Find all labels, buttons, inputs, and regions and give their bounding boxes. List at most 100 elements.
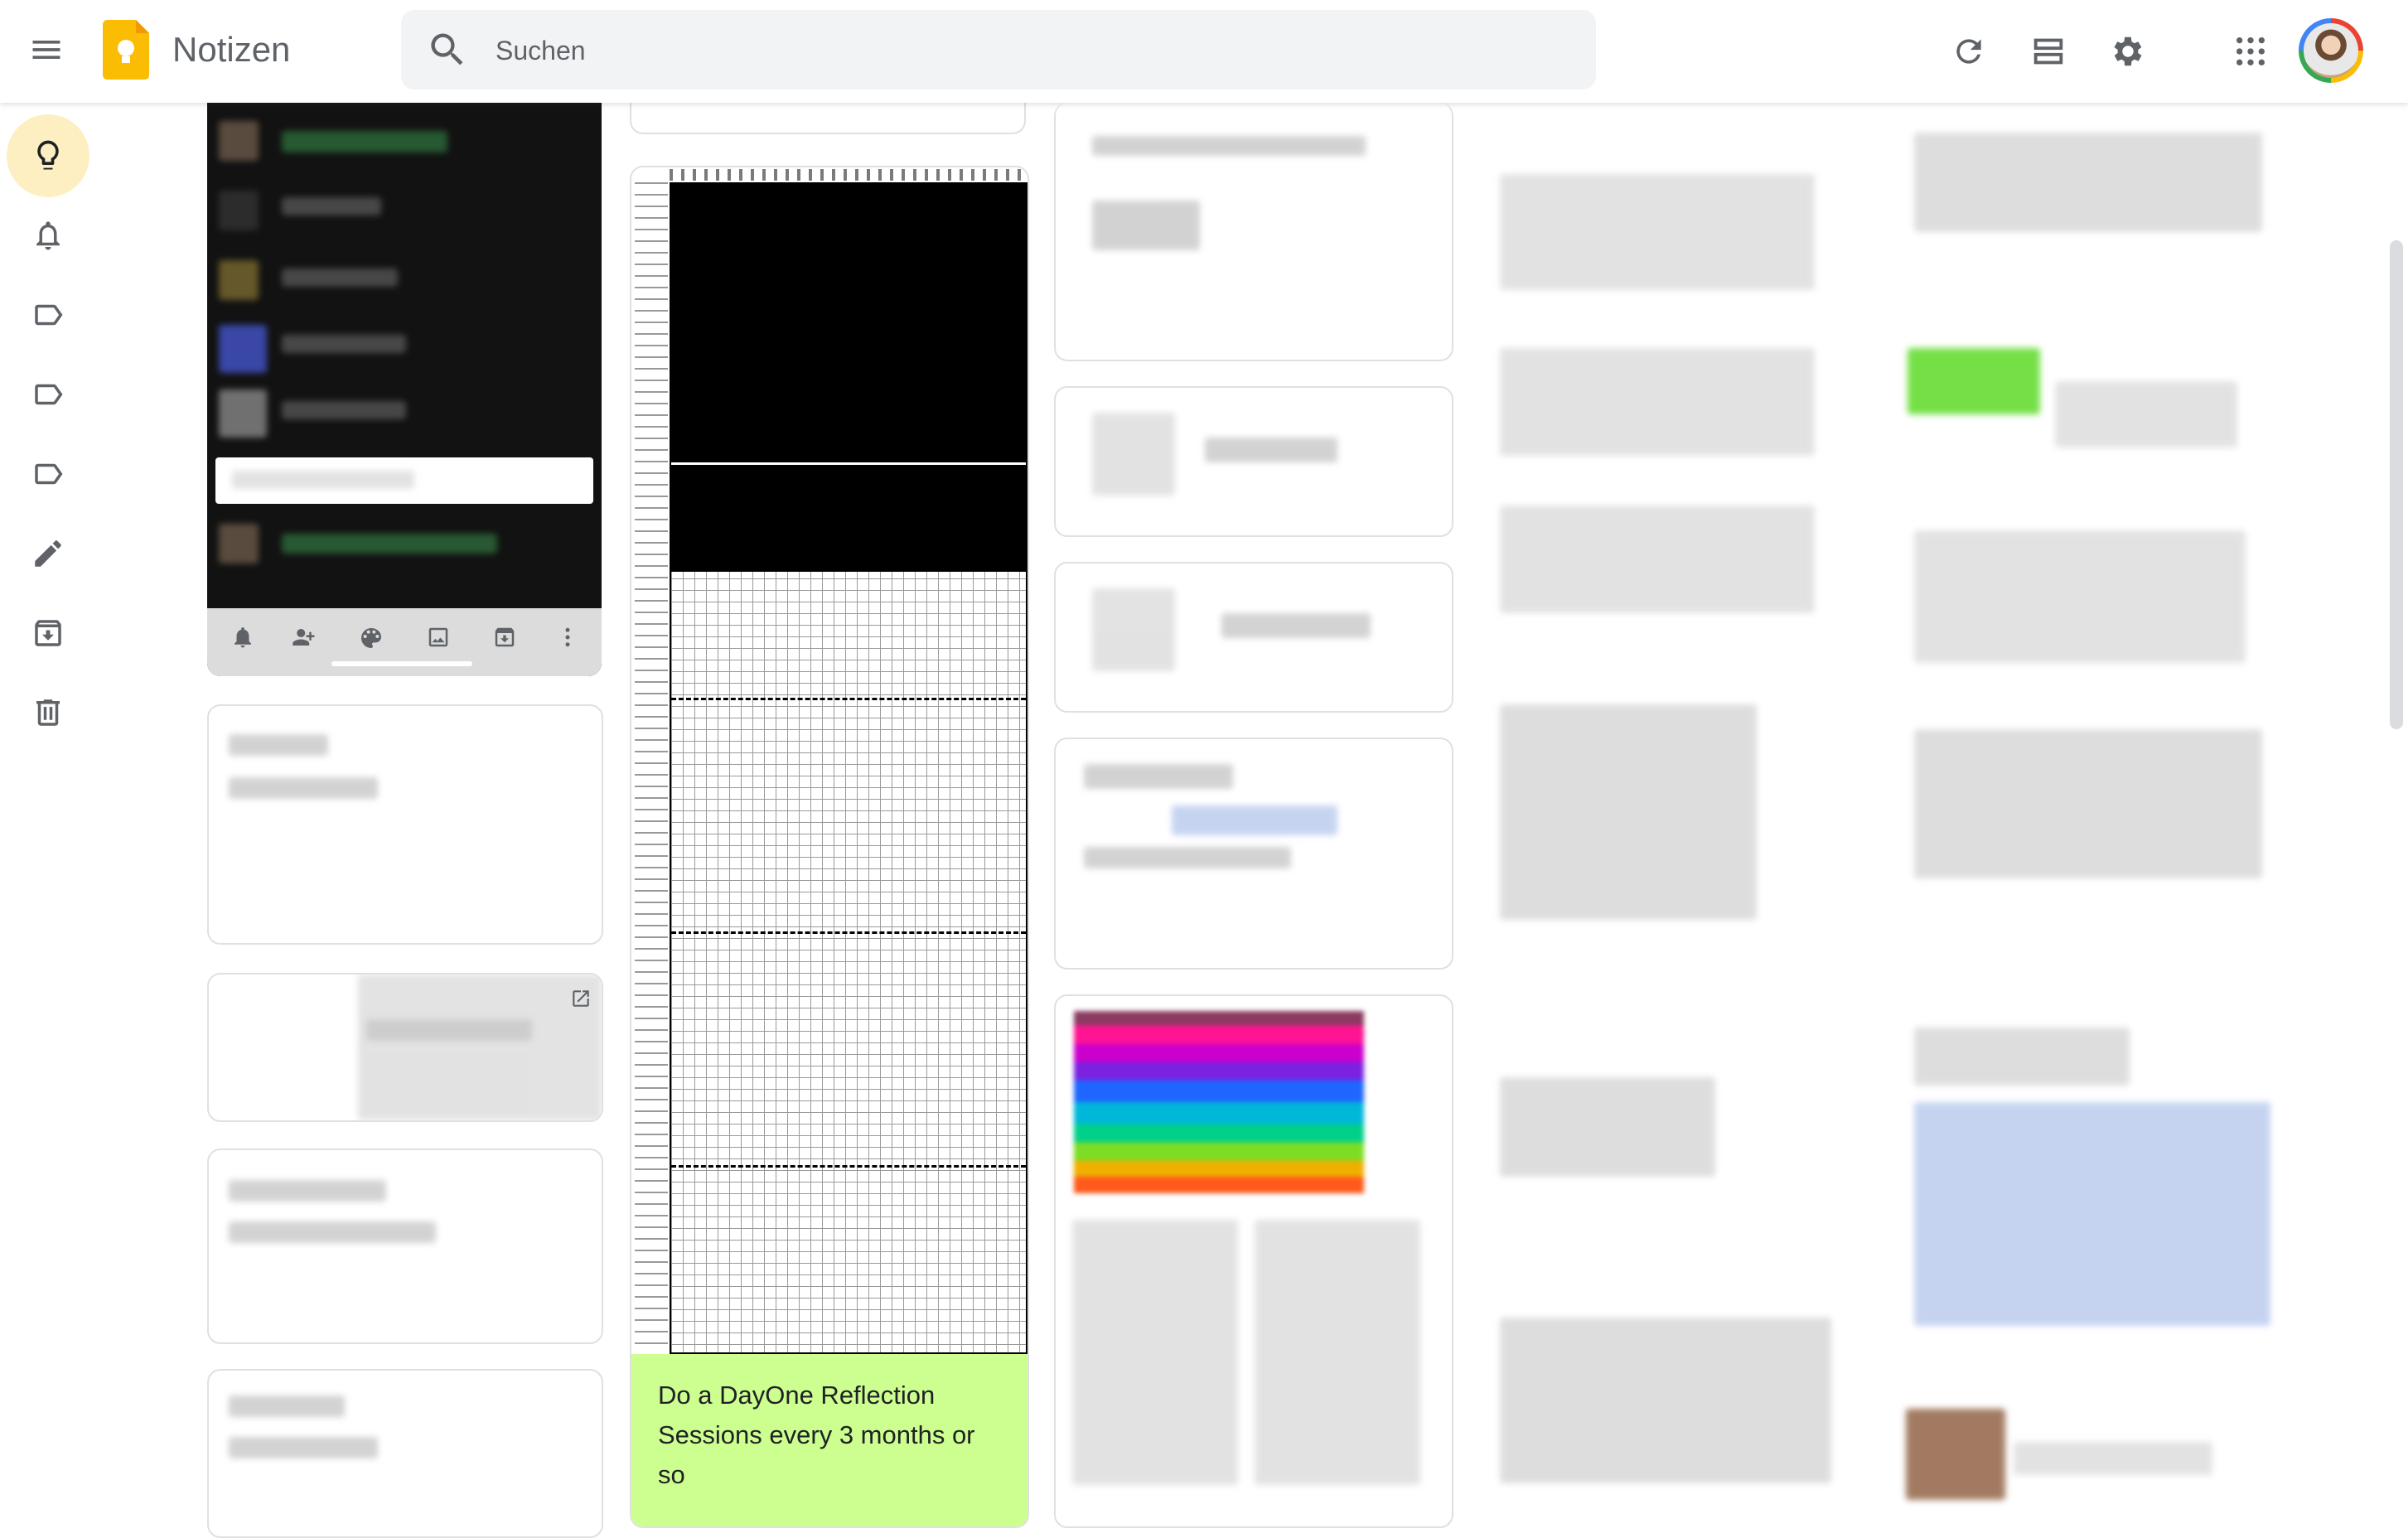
blurred-thumbnail: [219, 389, 267, 438]
blurred-thumbnail: [219, 191, 259, 230]
blurred-text: [2055, 381, 2237, 447]
note-card[interactable]: [1054, 738, 1453, 970]
blurred-note: [1500, 348, 1815, 456]
archive-icon[interactable]: [492, 625, 517, 650]
more-vert-icon[interactable]: [555, 625, 580, 650]
blurred-text: [229, 1395, 345, 1417]
blurred-text: [1092, 136, 1366, 156]
note-caption-area: Do a DayOne Reflection Sessions every 3 …: [631, 1354, 1028, 1526]
keep-logo[interactable]: [103, 20, 149, 80]
settings-button[interactable]: [2098, 22, 2158, 81]
sidebar-item-label-2[interactable]: [7, 353, 89, 436]
lightbulb-icon: [37, 140, 59, 170]
note-card-partial[interactable]: [630, 103, 1026, 134]
blurred-thumbnail: [1908, 348, 2040, 414]
blurred-thumbnail: [1906, 1409, 2005, 1500]
label-icon: [35, 384, 63, 405]
blurred-text: [229, 1221, 436, 1243]
note-screenshot-phone[interactable]: [207, 103, 602, 676]
search-bar[interactable]: [401, 10, 1596, 89]
note-card[interactable]: [207, 1149, 603, 1344]
note-card[interactable]: [1054, 103, 1453, 361]
blurred-thumbnail: [1092, 413, 1175, 496]
note-card[interactable]: [1054, 562, 1453, 713]
grid-divider: [671, 931, 1026, 934]
blurred-text: [282, 335, 406, 353]
label-icon: [35, 463, 63, 485]
open-link-icon[interactable]: [570, 988, 592, 1009]
gear-icon: [2114, 36, 2142, 66]
blurred-note: [1500, 174, 1815, 290]
sidebar-item-archive[interactable]: [7, 592, 89, 675]
palette-icon[interactable]: [358, 625, 384, 651]
blurred-text: [282, 197, 381, 215]
note-card[interactable]: [207, 704, 603, 945]
grid-image: [670, 182, 1028, 1354]
app-title[interactable]: Notizen: [172, 27, 290, 73]
refresh-icon: [1956, 39, 1981, 64]
list-view-button[interactable]: [2019, 22, 2078, 81]
blurred-note: [1500, 1077, 1715, 1177]
note-toolbar: [207, 608, 602, 676]
sidebar-item-label-1[interactable]: [7, 273, 89, 356]
grid-divider: [671, 698, 1026, 700]
main-menu-button[interactable]: [15, 18, 78, 81]
pencil-icon: [35, 540, 61, 567]
grid-divider: [671, 462, 1026, 465]
blurred-text: [1072, 1220, 1238, 1485]
blurred-text: [1084, 764, 1233, 789]
scrollbar-thumb[interactable]: [2390, 240, 2403, 729]
google-apps-button[interactable]: [2221, 22, 2280, 81]
collaborator-icon[interactable]: [290, 625, 318, 650]
blurred-text: [1205, 438, 1337, 462]
sidebar-item-notes[interactable]: [7, 114, 89, 197]
colorful-image: [1074, 1011, 1364, 1193]
grid-divider: [671, 1165, 1026, 1168]
blurred-text: [366, 1019, 532, 1041]
blurred-thumbnail: [219, 121, 259, 161]
blurred-text: [1084, 847, 1291, 868]
image-icon[interactable]: [426, 625, 451, 650]
remind-icon[interactable]: [230, 625, 255, 650]
note-card[interactable]: [207, 1369, 603, 1538]
trash-icon: [36, 699, 60, 726]
blurred-note: [1914, 133, 2262, 232]
sidebar-item-label-3[interactable]: [7, 433, 89, 515]
refresh-button[interactable]: [1939, 22, 1999, 81]
home-indicator: [331, 661, 472, 666]
blurred-preview: [358, 975, 602, 1120]
grid-column-numbers: [670, 169, 1024, 181]
search-icon[interactable]: [426, 28, 469, 71]
filled-grid-region: [671, 184, 1026, 572]
bell-icon: [36, 221, 60, 250]
blurred-thumbnail: [1092, 588, 1175, 671]
label-icon: [35, 304, 63, 326]
blurred-thumbnail: [219, 524, 259, 563]
blurred-text: [229, 1180, 386, 1202]
sidebar-item-edit-labels[interactable]: [7, 512, 89, 595]
blurred-text: [2014, 1442, 2212, 1475]
blurred-text: [1221, 613, 1371, 638]
blurred-text: [229, 777, 378, 799]
blurred-note: [1914, 530, 2246, 663]
note-card-grid[interactable]: Do a DayOne Reflection Sessions every 3 …: [630, 166, 1029, 1528]
blurred-note: [1500, 505, 1815, 613]
highlighted-list-row: [215, 457, 593, 504]
sidebar-item-reminders[interactable]: [7, 194, 89, 277]
blurred-link: [1914, 1102, 2270, 1326]
blurred-thumbnail: [219, 325, 267, 373]
blurred-text: [282, 534, 497, 554]
note-card[interactable]: [1054, 386, 1453, 537]
account-avatar[interactable]: [2299, 18, 2363, 83]
note-card-link[interactable]: [207, 973, 603, 1122]
blurred-text: [229, 1437, 378, 1458]
blurred-text: [1255, 1220, 1420, 1485]
archive-icon: [35, 620, 61, 646]
blurred-text: [282, 131, 447, 152]
blurred-thumbnail: [219, 260, 259, 300]
sidebar-item-trash[interactable]: [7, 671, 89, 754]
blurred-text: [1092, 201, 1200, 250]
avatar-photo: [2304, 23, 2358, 78]
search-input[interactable]: [494, 27, 1492, 75]
menu-icon: [32, 41, 60, 59]
